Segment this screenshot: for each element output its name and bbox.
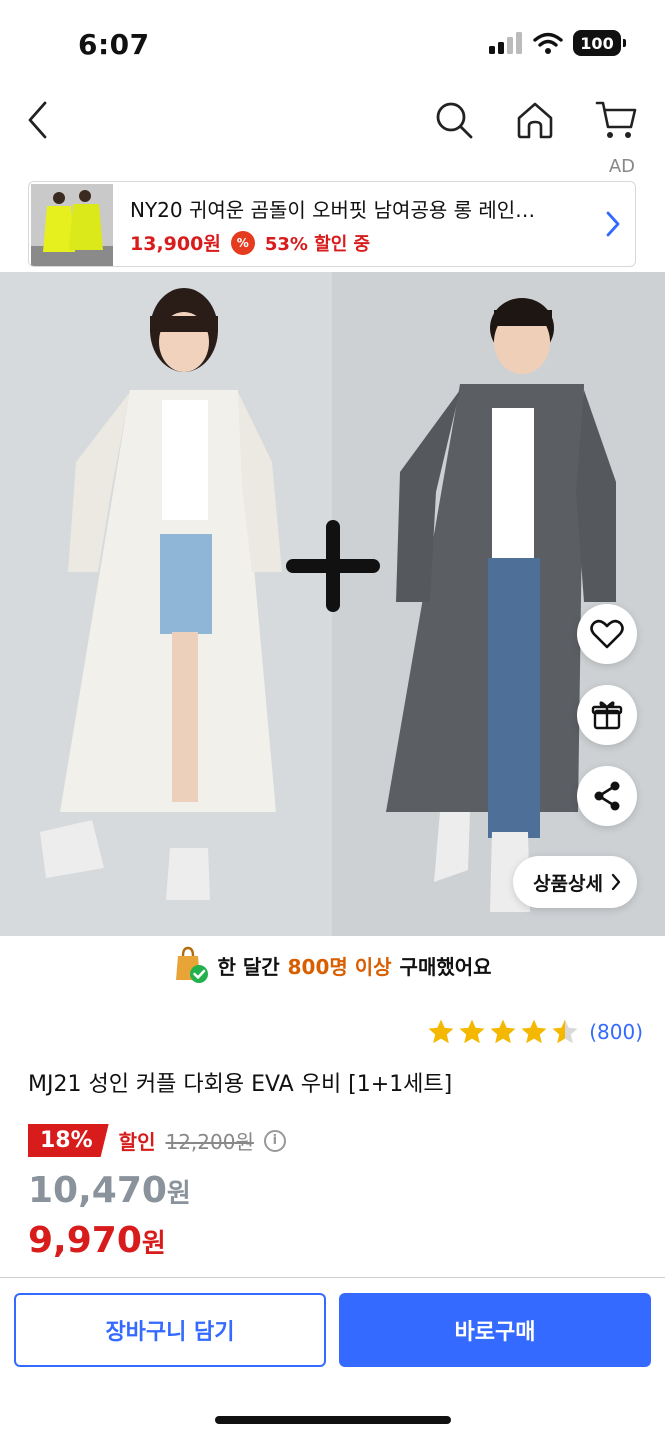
back-button[interactable] (14, 96, 62, 144)
product-image[interactable]: 상품상세 (0, 272, 665, 936)
ad-discount: 53% 할인 중 (264, 233, 371, 255)
star-icon (459, 1019, 485, 1044)
discount-rate-badge: 18% (28, 1124, 109, 1157)
product-photo (0, 272, 665, 936)
review-count[interactable]: (800) (589, 1020, 643, 1044)
ad-arrow (605, 210, 621, 242)
star-icon (490, 1019, 516, 1044)
final-price-unit: 원 (141, 1229, 166, 1259)
purchase-prefix: 한 달간 (217, 954, 280, 979)
sale-price-unit: 원 (166, 1179, 191, 1209)
ad-banner[interactable]: NY20 귀여운 곰돌이 오버핏 남여공용 롱 레인… 13,900원 % 53… (28, 181, 636, 267)
bottom-divider (0, 1277, 665, 1278)
home-button[interactable] (511, 96, 559, 144)
discount-label: 할인 (118, 1130, 156, 1154)
ad-title: NY20 귀여운 곰돌이 오버핏 남여공용 롱 레인… (130, 198, 536, 222)
chevron-right-icon (611, 873, 621, 891)
info-icon[interactable]: i (263, 1129, 286, 1152)
product-title: MJ21 성인 커플 다회용 EVA 우비 [1+1세트] (28, 1072, 453, 1097)
search-button[interactable] (430, 96, 478, 144)
battery-indicator: 100 (573, 30, 626, 56)
heart-icon (590, 619, 624, 649)
status-time: 6:07 (78, 28, 150, 61)
discount-row: 18% 할인 12,200원 i (28, 1124, 286, 1157)
star-icon (552, 1019, 578, 1044)
home-icon (517, 102, 553, 139)
sale-price: 10,470원 (28, 1170, 191, 1211)
wifi-icon (533, 32, 563, 54)
cart-nav-button[interactable] (592, 96, 640, 144)
share-button[interactable] (577, 766, 637, 826)
chevron-left-icon (28, 101, 47, 139)
share-icon (594, 781, 620, 811)
product-detail-label: 상품상세 (533, 872, 603, 895)
chevron-right-icon (606, 211, 620, 237)
search-icon (436, 102, 473, 139)
cellular-signal-icon (489, 32, 522, 54)
nav-bar (0, 88, 665, 152)
ad-thumbnail (31, 184, 113, 266)
purchase-count-banner: 한 달간 800명 이상 구매했어요 (0, 940, 665, 990)
ad-label: AD (608, 156, 635, 177)
star-icon (428, 1019, 454, 1044)
gift-button[interactable] (577, 685, 637, 745)
original-price: 12,200원 (165, 1130, 254, 1154)
shopping-bag-check-icon (176, 946, 209, 983)
status-icons: 100 (489, 30, 626, 56)
ad-price: 13,900원 (130, 233, 221, 255)
product-detail-button[interactable]: 상품상세 (513, 856, 637, 908)
purchase-highlight: 800명 이상 (287, 954, 392, 979)
cart-icon (595, 101, 637, 138)
final-price: 9,970원 (28, 1220, 166, 1261)
star-rating (427, 1018, 579, 1045)
buy-now-button[interactable]: 바로구매 (339, 1293, 651, 1367)
final-price-value: 9,970 (28, 1220, 142, 1261)
purchase-suffix: 구매했어요 (399, 954, 492, 979)
percent-badge-icon: % (230, 230, 255, 255)
rating-row[interactable]: (800) (427, 1018, 643, 1045)
wishlist-button[interactable] (577, 604, 637, 664)
star-icon (521, 1019, 547, 1044)
sale-price-value: 10,470 (28, 1170, 167, 1211)
ad-price-row: 13,900원 % 53% 할인 중 (130, 229, 370, 256)
gift-icon (591, 701, 623, 730)
add-to-cart-button[interactable]: 장바구니 담기 (14, 1293, 326, 1367)
status-bar: 6:07 100 (0, 0, 665, 88)
home-indicator[interactable] (215, 1416, 451, 1424)
